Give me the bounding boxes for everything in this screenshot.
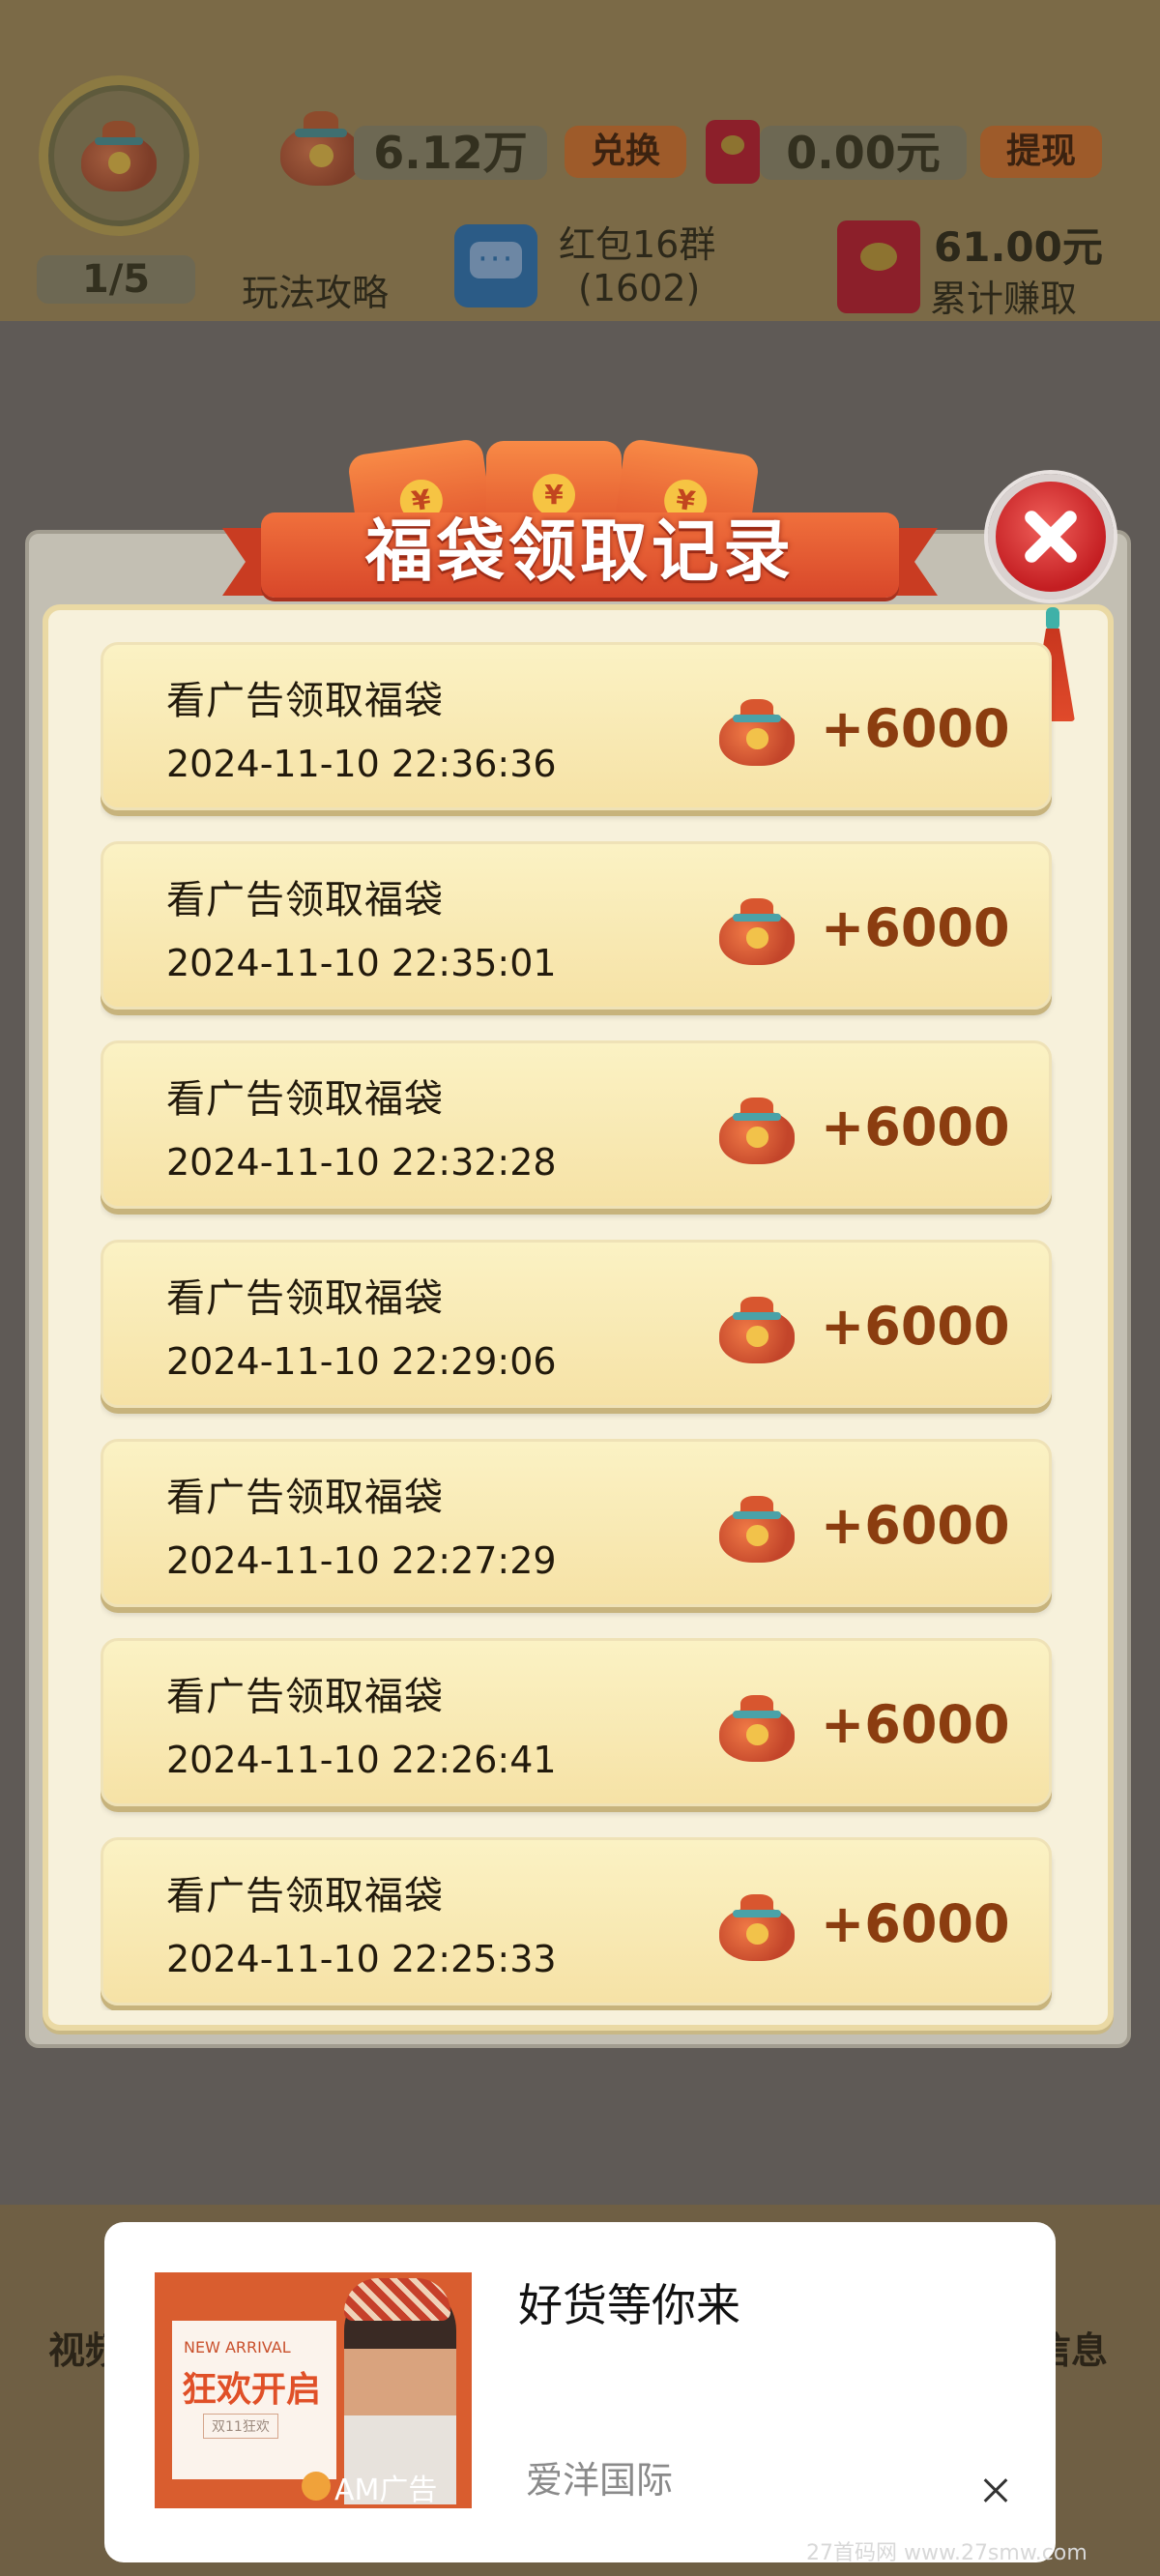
lucky-bag-icon: [719, 1294, 795, 1363]
game-header: 1/5 6.12万 兑换 0.00元 提现 玩法攻略 红包16群 (1602) …: [0, 0, 1160, 321]
record-time: 2024-11-10 22:25:33: [166, 1938, 557, 1980]
lucky-bag-icon: [719, 696, 795, 766]
ad-image-subline: 双11狂欢: [203, 2414, 278, 2439]
close-button[interactable]: [988, 474, 1114, 600]
earned-label: 累计赚取: [930, 278, 1078, 320]
ad-logo-icon: [302, 2472, 331, 2501]
guide-link[interactable]: 玩法攻略: [242, 263, 389, 316]
record-title: 看广告领取福袋: [166, 1675, 444, 1719]
group-count: (1602): [578, 267, 701, 309]
ad-image-caption: NEW ARRIVAL: [184, 2338, 291, 2356]
record-amount: +6000: [821, 897, 1010, 958]
record-time: 2024-11-10 22:32:28: [166, 1141, 557, 1184]
record-amount: +6000: [821, 1893, 1010, 1954]
ad-brand: 爱洋国际: [526, 2459, 674, 2502]
record-amount: +6000: [821, 1097, 1010, 1157]
record-amount: +6000: [821, 1694, 1010, 1755]
record-row: 看广告领取福袋 2024-11-10 22:32:28 +6000: [101, 1040, 1056, 1215]
earned-value: 61.00元: [934, 223, 1103, 271]
withdraw-button[interactable]: 提现: [980, 126, 1102, 178]
chat-icon[interactable]: [454, 224, 537, 307]
record-time: 2024-11-10 22:35:01: [166, 942, 557, 984]
modal-title: 福袋领取记录: [365, 512, 795, 591]
lucky-bag-icon: [719, 895, 795, 965]
ad-tag: AM广告: [334, 2474, 438, 2507]
record-row: 看广告领取福袋 2024-11-10 22:29:06 +6000: [101, 1240, 1056, 1414]
record-row: 看广告领取福袋 2024-11-10 22:36:36 +6000: [101, 642, 1056, 816]
red-envelope-icon: [706, 120, 760, 184]
lucky-bag-icon: [719, 1891, 795, 1961]
record-amount: +6000: [821, 1495, 1010, 1556]
record-title: 看广告领取福袋: [166, 1077, 444, 1122]
ad-image[interactable]: NEW ARRIVAL 狂欢开启 双11狂欢 AM广告: [155, 2272, 472, 2508]
record-row: 看广告领取福袋 2024-11-10 22:26:41 +6000: [101, 1638, 1056, 1812]
record-title: 看广告领取福袋: [166, 1476, 444, 1520]
lucky-bag-icon: [719, 1692, 795, 1762]
record-amount: +6000: [821, 698, 1010, 759]
record-title: 看广告领取福袋: [166, 878, 444, 922]
ad-title[interactable]: 好货等你来: [518, 2270, 740, 2334]
watermark: 27首码网 www.27smw.com: [806, 2541, 1088, 2565]
ad-banner[interactable]: NEW ARRIVAL 狂欢开启 双11狂欢 AM广告 好货等你来 爱洋国际: [104, 2222, 1056, 2562]
record-row: 看广告领取福袋 2024-11-10 22:25:33 +6000: [101, 1837, 1056, 2010]
record-time: 2024-11-10 22:29:06: [166, 1340, 557, 1383]
lucky-bag-icon: [280, 108, 362, 186]
red-envelope-icon: [837, 220, 920, 313]
lucky-bag-icon: [81, 118, 157, 191]
record-row: 看广告领取福袋 2024-11-10 22:27:29 +6000: [101, 1439, 1056, 1613]
ad-close-button[interactable]: [976, 2470, 1019, 2512]
record-title: 看广告领取福袋: [166, 1276, 444, 1321]
record-row: 看广告领取福袋 2024-11-10 22:35:01 +6000: [101, 841, 1056, 1015]
record-time: 2024-11-10 22:26:41: [166, 1739, 557, 1781]
record-title: 看广告领取福袋: [166, 1874, 444, 1918]
cash-balance: 0.00元: [760, 126, 967, 180]
group-name[interactable]: 红包16群: [559, 215, 715, 268]
lucky-bag-icon: [719, 1493, 795, 1563]
tassel-knot: [1046, 607, 1059, 630]
record-list[interactable]: 看广告领取福袋 2024-11-10 22:36:36 +6000 看广告领取福…: [101, 642, 1056, 2010]
exchange-button[interactable]: 兑换: [565, 126, 686, 178]
lucky-bag-icon: [719, 1095, 795, 1164]
avatar-lucky-bag[interactable]: [39, 75, 199, 236]
level-progress: 1/5: [37, 255, 195, 304]
record-time: 2024-11-10 22:36:36: [166, 743, 557, 785]
record-title: 看广告领取福袋: [166, 679, 444, 723]
coins-balance: 6.12万: [354, 126, 547, 180]
ad-image-headline: 狂欢开启: [182, 2370, 322, 2410]
record-amount: +6000: [821, 1296, 1010, 1357]
record-time: 2024-11-10 22:27:29: [166, 1539, 557, 1582]
